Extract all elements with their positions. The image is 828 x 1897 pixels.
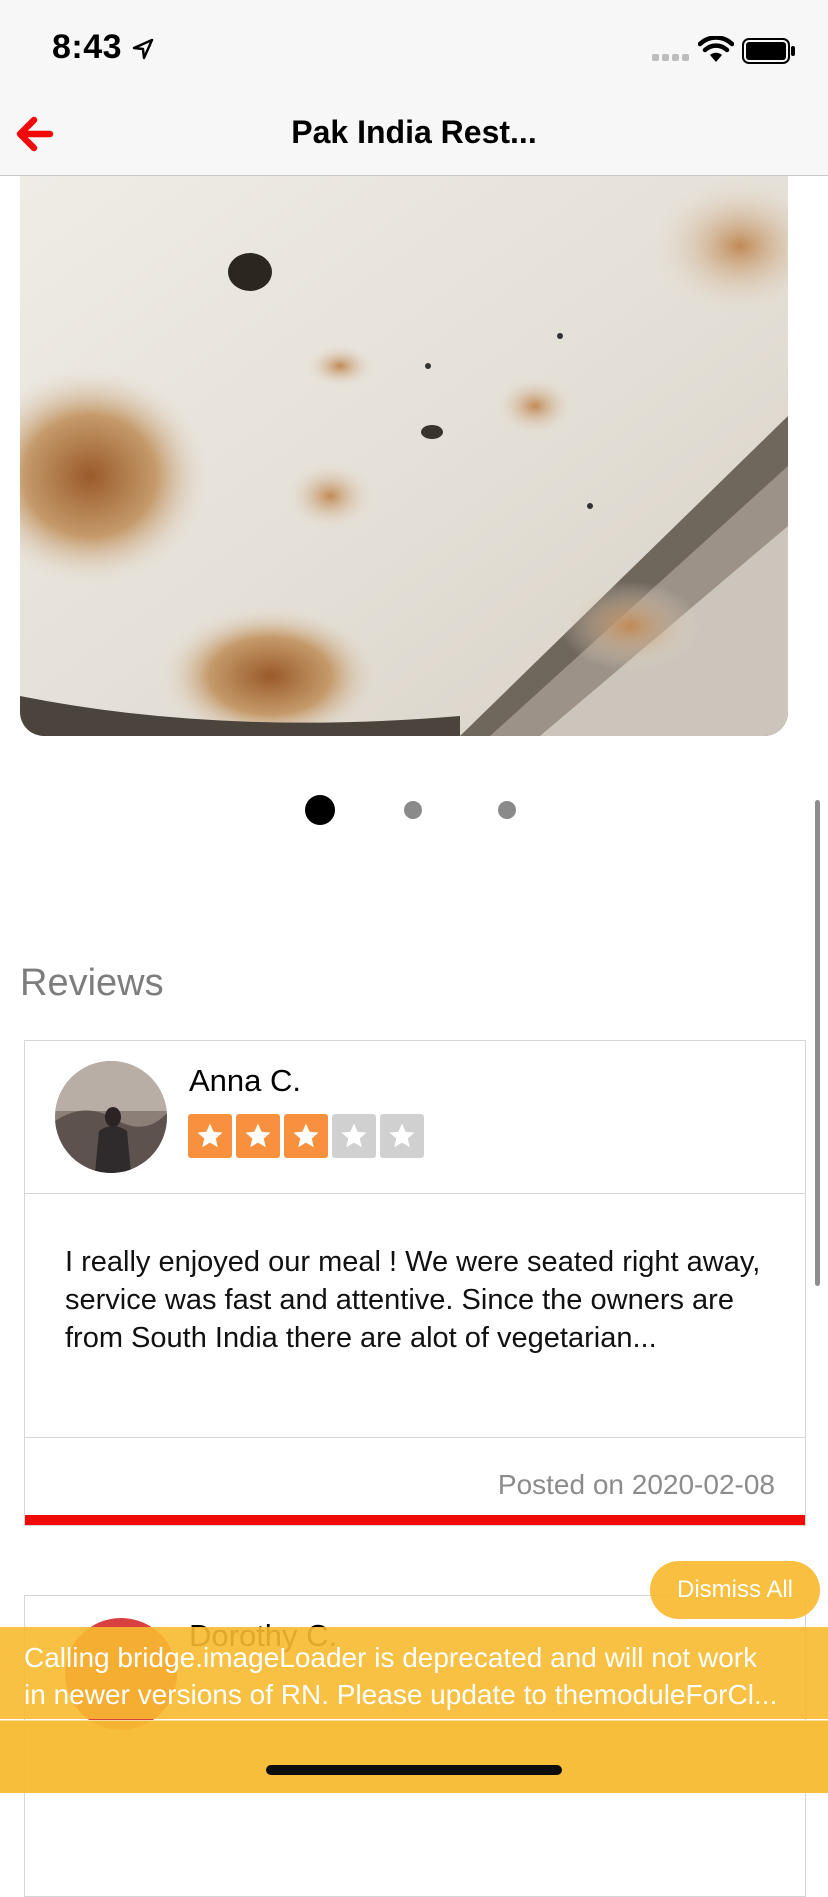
status-bar: 8:43 bbox=[0, 0, 828, 100]
divider bbox=[25, 1193, 805, 1194]
cell-signal-icon bbox=[652, 54, 689, 61]
scrollbar[interactable] bbox=[815, 800, 820, 1286]
reviewer-photo bbox=[55, 1061, 167, 1173]
star-icon-filled bbox=[188, 1114, 232, 1158]
divider bbox=[25, 1437, 805, 1438]
warning-message: Calling bridge.imageLoader is deprecated… bbox=[24, 1642, 778, 1710]
review-text: I really enjoyed our meal ! We were seat… bbox=[65, 1246, 761, 1354]
warning-banner-footer bbox=[0, 1720, 828, 1793]
posted-date: Posted on 2020-02-08 bbox=[497, 1469, 775, 1500]
wifi-icon bbox=[698, 36, 734, 62]
star-rating bbox=[188, 1114, 424, 1158]
battery-icon bbox=[742, 38, 795, 64]
location-arrow-icon bbox=[132, 38, 154, 60]
warning-banner[interactable]: Calling bridge.imageLoader is deprecated… bbox=[0, 1627, 828, 1719]
page-title: Pak India Rest... bbox=[291, 114, 537, 150]
reviews-heading: Reviews bbox=[20, 962, 164, 1004]
reviewer-avatar bbox=[55, 1061, 167, 1173]
carousel-dot-1[interactable] bbox=[305, 795, 335, 825]
carousel-dot-3[interactable] bbox=[498, 801, 516, 819]
star-icon-filled bbox=[284, 1114, 328, 1158]
home-indicator[interactable] bbox=[266, 1765, 562, 1775]
card-accent-bar bbox=[25, 1515, 805, 1525]
restaurant-photo[interactable] bbox=[20, 176, 788, 736]
carousel-dot-2[interactable] bbox=[404, 801, 422, 819]
dismiss-all-button[interactable]: Dismiss All bbox=[650, 1561, 820, 1619]
reviewer-name: Anna C. bbox=[189, 1063, 302, 1098]
review-card[interactable]: Anna C. I really enjoyed our meal ! We w… bbox=[24, 1040, 806, 1526]
star-icon-empty bbox=[380, 1114, 424, 1158]
naan-bread-image bbox=[20, 176, 788, 736]
star-icon-empty bbox=[332, 1114, 376, 1158]
status-time: 8:43 bbox=[52, 28, 123, 66]
star-icon-filled bbox=[236, 1114, 280, 1158]
navigation-bar: Pak India Rest... bbox=[0, 100, 828, 176]
